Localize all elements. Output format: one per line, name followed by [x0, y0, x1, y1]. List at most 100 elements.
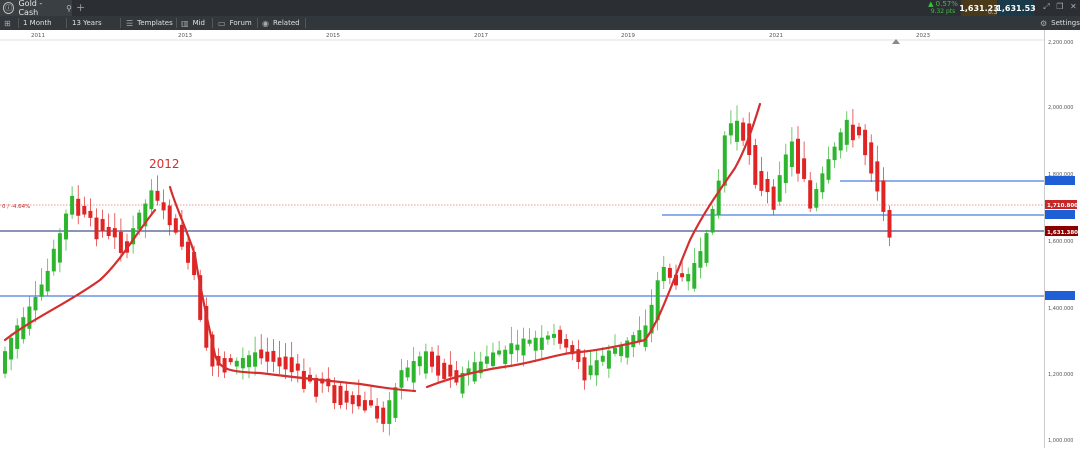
title-bar: ⓘ Gold - Cash ⚲ + ▲ 0.57% 9.32 pts 1,631… [0, 0, 1080, 17]
candle-body [759, 171, 764, 191]
candle-body [271, 350, 276, 362]
candle-body [259, 349, 264, 359]
candle-body [771, 186, 776, 210]
forum-button[interactable]: ▭ Forum [218, 16, 252, 30]
candle-body [118, 231, 123, 253]
range-label: 13 Years [72, 19, 102, 27]
candle-body [863, 129, 868, 156]
layout-grid-button[interactable]: ⊞ [4, 16, 15, 30]
candle-body [741, 122, 746, 141]
related-button[interactable]: ◉ Related [262, 16, 300, 30]
candle-body [405, 367, 410, 378]
candle-body [265, 351, 270, 362]
candle-body [253, 352, 258, 367]
candle-body [661, 266, 666, 282]
expand-icon[interactable]: ⤢ [1043, 2, 1049, 12]
candle-body [765, 179, 770, 193]
candle-body [100, 218, 105, 232]
candle-body [783, 154, 788, 184]
candle-body [606, 350, 611, 369]
candle-body [149, 190, 154, 210]
candle-body [442, 362, 447, 379]
candle-body [558, 329, 563, 344]
candle-body [173, 218, 178, 233]
candle-body [497, 350, 502, 355]
candle-body [808, 180, 813, 209]
candle-body [57, 233, 62, 263]
interval-select[interactable]: 1 Month [23, 16, 52, 30]
x-tick-label: 2019 [621, 33, 635, 39]
candle-body [51, 248, 56, 272]
candle-body [112, 228, 117, 238]
candle-body [94, 217, 99, 240]
candle-body [527, 339, 532, 344]
change-points: 9.32 pts [930, 8, 956, 15]
candle-body [222, 358, 227, 373]
candle-body [857, 126, 861, 136]
candle-body [875, 161, 880, 192]
candle-body [350, 395, 355, 405]
instrument-title: Gold - Cash [18, 0, 43, 17]
candle-body [802, 158, 807, 179]
divider [18, 18, 19, 28]
chat-icon: ▭ [218, 18, 226, 28]
candle-body [539, 337, 544, 350]
price-tag-current-text: 1,631.380 [1047, 230, 1078, 236]
instrument-tab[interactable]: ⓘ Gold - Cash ⚲ [0, 0, 72, 17]
candle-body [436, 355, 441, 376]
time-axis-background [0, 30, 1044, 40]
forum-label: Forum [229, 19, 252, 27]
grid-icon: ⊞ [4, 18, 11, 28]
templates-icon: ☰ [126, 18, 134, 28]
candle-body [491, 352, 495, 367]
candle-body [722, 135, 727, 186]
close-icon[interactable]: ✕ [1070, 2, 1077, 12]
candle-body [295, 363, 300, 371]
candle-body [667, 267, 672, 278]
candle-body [344, 390, 349, 403]
candle-body [423, 351, 428, 374]
templates-button[interactable]: ☰ Templates [126, 16, 173, 30]
candle-body [70, 195, 75, 215]
restore-icon[interactable]: ❐ [1056, 2, 1063, 12]
candle-body [381, 407, 386, 424]
candle-body [521, 338, 526, 356]
candle-body [234, 360, 239, 367]
candle-body [64, 213, 68, 240]
candle-body [716, 180, 721, 216]
y-tick-label: 2,200.000 [1048, 40, 1073, 46]
y-tick-label: 1,200.000 [1048, 372, 1073, 378]
candle-body [448, 364, 453, 377]
candle-body [503, 349, 508, 364]
search-icon[interactable]: ⚲ [66, 4, 72, 13]
divider [257, 18, 258, 28]
range-select[interactable]: 13 Years [72, 16, 102, 30]
candle-body [88, 210, 93, 218]
buy-button[interactable]: 1,631.53 [996, 0, 1036, 16]
price-chart[interactable]: 2011 2013 2015 2017 2019 2021 2023 0 / -… [0, 30, 1080, 448]
candles-icon: ▥ [181, 18, 189, 28]
candle-body [515, 344, 520, 351]
price-axis: 2,200.000 2,000.000 1,800.000 1,600.000 … [1044, 30, 1080, 448]
candle-body [45, 270, 50, 292]
candle-body [564, 339, 569, 348]
candle-body [240, 357, 245, 369]
new-tab-button[interactable]: + [76, 1, 85, 14]
candle-body [277, 357, 282, 367]
price-type-button[interactable]: ▥ Mid [181, 16, 205, 30]
candle-body [887, 209, 892, 238]
settings-button[interactable]: ⚙ Settings [1040, 16, 1080, 30]
chart-annotation-2012: 2012 [149, 157, 180, 171]
candle-body [387, 400, 392, 424]
candle-body [814, 189, 819, 208]
candle-body [283, 356, 288, 370]
candle-body [338, 385, 343, 405]
candle-body [509, 343, 514, 355]
candle-body [155, 190, 160, 201]
candle-body [844, 119, 849, 145]
candle-body [393, 387, 398, 418]
candle-body [680, 273, 685, 278]
gear-icon: ⚙ [1040, 18, 1048, 28]
moving-average-line[interactable] [3, 102, 762, 393]
candle-body [301, 370, 306, 389]
